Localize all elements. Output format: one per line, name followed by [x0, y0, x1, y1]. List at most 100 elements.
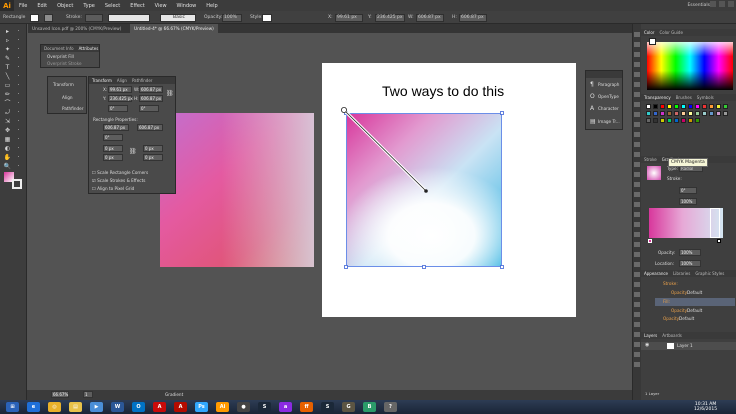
overprint-stroke[interactable]: Overprint Stroke: [47, 61, 82, 66]
tp-shear-field[interactable]: 0°: [139, 105, 159, 112]
dock-icon-24[interactable]: [634, 272, 640, 277]
dock-icon-13[interactable]: [634, 162, 640, 167]
taskbar-obs-icon[interactable]: ●: [237, 402, 250, 412]
dock-opentype[interactable]: OpenType: [598, 94, 619, 99]
dock-icon-29[interactable]: [634, 322, 640, 327]
dock-icon-10[interactable]: [634, 132, 640, 137]
tab-stroke[interactable]: Stroke: [644, 157, 657, 162]
dock-icon-26[interactable]: [634, 292, 640, 297]
swatch-4[interactable]: [674, 104, 679, 109]
appear-stroke-opacity[interactable]: Opacity:: [671, 290, 688, 295]
tab-document-info[interactable]: Document Info: [44, 46, 74, 51]
tab-artboards[interactable]: Artboards: [662, 333, 682, 338]
color-fill-swatch[interactable]: [649, 38, 656, 45]
dock-icon-11[interactable]: [634, 142, 640, 147]
swatch-20[interactable]: [702, 111, 707, 116]
taskbar-media-icon[interactable]: ▶: [90, 402, 103, 412]
swatch-22[interactable]: [716, 111, 721, 116]
zoom-field[interactable]: 66.67%: [51, 391, 69, 398]
corner-radius-tl[interactable]: 0 px: [103, 145, 123, 152]
color-spectrum[interactable]: [647, 42, 733, 90]
tab-libraries[interactable]: Libraries: [673, 271, 690, 276]
handle-br[interactable]: [500, 265, 504, 269]
tab-brushes[interactable]: Brushes: [676, 95, 692, 100]
dock-icon-20[interactable]: [634, 232, 640, 237]
swatch-16[interactable]: [674, 111, 679, 116]
gradient-end-handle[interactable]: [424, 189, 428, 193]
swatch-17[interactable]: [681, 111, 686, 116]
swatch-13[interactable]: [653, 111, 658, 116]
check-scale-strokes[interactable]: ☑ Scale Strokes & Effects: [92, 178, 145, 183]
dock-icon-0[interactable]: [634, 32, 640, 37]
taskbar-ie-icon[interactable]: e: [27, 402, 40, 412]
swatch-27[interactable]: [667, 118, 672, 123]
tp-x-field[interactable]: 99.61 px: [108, 86, 132, 93]
layer-name[interactable]: Layer 1: [677, 343, 693, 348]
swatch-5[interactable]: [681, 104, 686, 109]
taskbar-word-icon[interactable]: W: [111, 402, 124, 412]
swatch-10[interactable]: [716, 104, 721, 109]
dock-icon-31[interactable]: [634, 342, 640, 347]
dock-icon-17[interactable]: [634, 202, 640, 207]
swatch-8[interactable]: [702, 104, 707, 109]
dock-icon-28[interactable]: [634, 312, 640, 317]
swatch-26[interactable]: [660, 118, 665, 123]
corner-radius-bl[interactable]: 0 px: [103, 154, 123, 161]
dock-icon-1[interactable]: [634, 42, 640, 47]
gradient-stop-right[interactable]: [717, 239, 721, 243]
appear-fill-opacity[interactable]: Opacity:: [671, 308, 688, 313]
grad-location-field[interactable]: 100%: [679, 260, 701, 267]
swatch-28[interactable]: [674, 118, 679, 123]
dock-icon-9[interactable]: [634, 122, 640, 127]
checkbox-scale-strokes[interactable]: ☑: [92, 178, 96, 183]
taskbar-photoshop-icon[interactable]: Ps: [195, 402, 208, 412]
swatch-25[interactable]: [653, 118, 658, 123]
tab-transform[interactable]: Transform: [92, 78, 112, 83]
corner-link-icon[interactable]: ⛓: [129, 148, 137, 155]
dock-icon-6[interactable]: [634, 92, 640, 97]
dock-icon-2[interactable]: [634, 52, 640, 57]
taskbar-acrobat-dc-icon[interactable]: A: [174, 402, 187, 412]
checkbox-align-pixel[interactable]: ☐: [92, 186, 96, 191]
tab-color-guide[interactable]: Color Guide: [659, 30, 682, 35]
appear-opacity[interactable]: Opacity:: [663, 316, 680, 321]
paragraph-icon[interactable]: ¶: [590, 81, 594, 88]
dock-icon-14[interactable]: [634, 172, 640, 177]
tab-pathfinder[interactable]: Pathfinder: [132, 78, 153, 83]
swatch-11[interactable]: [723, 104, 728, 109]
dock-icon-23[interactable]: [634, 262, 640, 267]
tp-w-field[interactable]: 606.87 px: [139, 86, 163, 93]
dock-icon-19[interactable]: [634, 222, 640, 227]
current-tool-label[interactable]: Gradient: [165, 392, 183, 397]
tab-appearance[interactable]: Appearance: [644, 271, 668, 276]
grad-aspect-field[interactable]: 100%: [679, 198, 697, 205]
dock-icon-32[interactable]: [634, 352, 640, 357]
grad-opacity-field[interactable]: 100%: [679, 249, 701, 256]
dock-icon-16[interactable]: [634, 192, 640, 197]
swatch-30[interactable]: [688, 118, 693, 123]
dock-image-trace[interactable]: Image Tr...: [598, 119, 620, 124]
handle-tr[interactable]: [500, 111, 504, 115]
swatch-3[interactable]: [667, 104, 672, 109]
swatch-14[interactable]: [660, 111, 665, 116]
taskbar-acrobat-icon[interactable]: A: [153, 402, 166, 412]
swatch-6[interactable]: [688, 104, 693, 109]
clock[interactable]: 10:31 AM 12/6/2015: [694, 402, 717, 412]
dock-icon-3[interactable]: [634, 62, 640, 67]
dock-icon-25[interactable]: [634, 282, 640, 287]
tp-angle-field[interactable]: 0°: [108, 105, 128, 112]
swatch-19[interactable]: [695, 111, 700, 116]
handle-bm[interactable]: [422, 265, 426, 269]
swatch-23[interactable]: [723, 111, 728, 116]
taskbar-misc-icon[interactable]: ?: [384, 402, 397, 412]
character-icon[interactable]: A: [590, 105, 594, 112]
tab-attributes[interactable]: Attributes: [79, 46, 99, 51]
artboard-number[interactable]: 1: [83, 391, 93, 398]
constrain-link-icon[interactable]: ⛓: [166, 90, 174, 97]
taskbar-outlook-icon[interactable]: O: [132, 402, 145, 412]
tab-graphic-styles[interactable]: Graphic Styles: [695, 271, 724, 276]
taskbar-start-icon[interactable]: ⊞: [6, 402, 19, 412]
swatch-18[interactable]: [688, 111, 693, 116]
swatch-21[interactable]: [709, 111, 714, 116]
appear-stroke[interactable]: Stroke:: [663, 281, 678, 286]
